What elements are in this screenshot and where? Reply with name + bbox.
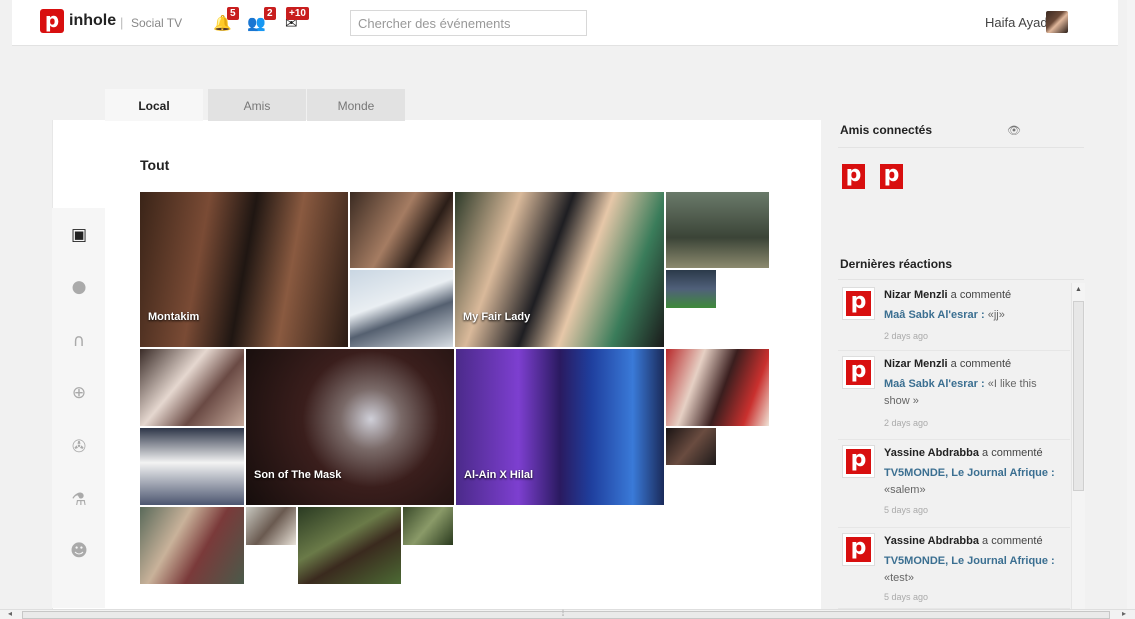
reaction-author-line: Nizar Menzli a commenté (884, 358, 1069, 370)
show-tile[interactable] (349, 269, 454, 348)
brand-subtitle: Social TV (131, 16, 183, 30)
show-tile[interactable] (139, 427, 245, 506)
show-tile[interactable]: Montakim (139, 191, 349, 348)
scrollbar-thumb[interactable] (22, 611, 1110, 619)
list-item[interactable]: p Nizar Menzli a commenté Maâ Sabk Al'es… (838, 352, 1070, 440)
reaction-comment: «test» (884, 572, 914, 584)
film-reel-icon[interactable]: ✇ (68, 436, 90, 458)
smiley-icon[interactable]: ☻ (68, 540, 90, 562)
reaction-time: 5 days ago (884, 505, 929, 515)
scroll-left-icon[interactable]: ◂ (8, 609, 12, 618)
top-bar: p inhole | Social TV 🔔 5 👥 2 ✉ +10 Haifa… (12, 0, 1118, 46)
show-tile[interactable] (139, 348, 245, 427)
users-icon: 👥 (247, 14, 266, 32)
show-tile[interactable] (245, 506, 297, 546)
reaction-show[interactable]: Maâ Sabk Al'esrar : (884, 309, 985, 321)
latest-reactions-title: Dernières réactions (840, 257, 953, 271)
reaction-show[interactable]: Maâ Sabk Al'esrar : (884, 378, 985, 390)
show-tile[interactable] (665, 348, 770, 427)
avatar[interactable]: p (842, 287, 875, 320)
reaction-text: Maâ Sabk Al'esrar : «I like this show » (884, 376, 1064, 410)
user-name[interactable]: Haifa Ayadi (985, 15, 1051, 30)
show-tile[interactable]: Son of The Mask (245, 348, 455, 506)
search-input[interactable] (350, 10, 587, 36)
show-tile[interactable] (139, 506, 245, 585)
avatar[interactable]: p (842, 533, 875, 566)
reaction-user[interactable]: Nizar Menzli (884, 289, 948, 301)
reaction-action: a commenté (982, 535, 1043, 547)
tab-amis[interactable]: Amis (208, 89, 306, 121)
show-tile[interactable]: Al-Ain X Hilal (455, 348, 665, 506)
show-tile[interactable] (665, 191, 770, 269)
reaction-author-line: Yassine Abdrabba a commenté (884, 535, 1069, 547)
avatar-letter: p (846, 291, 871, 316)
connected-friends-title: Amis connectés (840, 123, 933, 137)
reaction-time: 2 days ago (884, 331, 929, 341)
show-tile[interactable] (665, 427, 717, 466)
list-item[interactable]: p Yassine Abdrabba a commenté TV5MONDE, … (838, 441, 1070, 528)
show-tile[interactable] (665, 269, 717, 309)
reaction-text: Maâ Sabk Al'esrar : «jj» (884, 307, 1064, 324)
show-title: My Fair Lady (463, 311, 531, 323)
reaction-action: a commenté (950, 289, 1012, 301)
avatar-letter: p (846, 537, 871, 562)
show-tile[interactable] (402, 506, 454, 546)
avatar[interactable] (1046, 11, 1068, 33)
show-tile[interactable]: My Fair Lady (454, 191, 665, 348)
show-title: Al-Ain X Hilal (464, 469, 534, 481)
reaction-user[interactable]: Yassine Abdrabba (884, 535, 979, 547)
reaction-text: TV5MONDE, Le Journal Afrique : «salem» (884, 465, 1064, 499)
page-horizontal-scrollbar[interactable]: ◂ ⦙ ▸ (0, 608, 1135, 619)
reaction-action: a commenté (950, 358, 1012, 370)
list-item[interactable]: p Nizar Menzli a commenté Maâ Sabk Al'es… (838, 283, 1070, 351)
divider (838, 279, 1084, 280)
show-title: Montakim (148, 311, 200, 323)
visibility-icon[interactable]: 👁 (1007, 124, 1021, 137)
section-title: Tout (140, 157, 170, 173)
connected-friend-avatar[interactable]: p (880, 164, 903, 189)
show-tile[interactable] (297, 506, 402, 585)
reaction-show[interactable]: TV5MONDE, Le Journal Afrique : (884, 555, 1055, 567)
reaction-time: 2 days ago (884, 418, 929, 428)
reaction-show[interactable]: TV5MONDE, Le Journal Afrique : (884, 467, 1055, 479)
brand-name[interactable]: inhole (69, 12, 116, 30)
reaction-comment: «salem» (884, 484, 926, 496)
scrollbar-thumb[interactable] (1073, 301, 1084, 491)
reactions-scrollbar[interactable]: ▲ (1071, 283, 1085, 609)
avatar-letter: p (846, 449, 871, 474)
show-title: Son of The Mask (254, 469, 342, 481)
tab-monde[interactable]: Monde (307, 89, 405, 121)
connected-friend-avatar[interactable]: p (842, 164, 865, 189)
scroll-right-icon[interactable]: ▸ (1122, 609, 1126, 618)
reaction-user[interactable]: Nizar Menzli (884, 358, 948, 370)
friend-requests-badge: 2 (264, 7, 276, 20)
globe-icon[interactable]: ⊕ (68, 382, 90, 404)
messages-badge: +10 (286, 7, 309, 20)
headphones-icon[interactable]: ∩ (68, 330, 90, 352)
scrollbar-grip-icon: ⦙ (562, 608, 565, 618)
show-tile[interactable] (349, 191, 454, 269)
reaction-time: 5 days ago (884, 592, 929, 602)
reaction-text: TV5MONDE, Le Journal Afrique : «test» (884, 553, 1064, 587)
reaction-user[interactable]: Yassine Abdrabba (884, 447, 979, 459)
notification-count-badge: 5 (227, 7, 239, 20)
sport-ball-icon[interactable]: ● (68, 276, 90, 298)
tab-local[interactable]: Local (105, 89, 203, 121)
tv-icon[interactable]: ▣ (68, 224, 90, 246)
reaction-author-line: Yassine Abdrabba a commenté (884, 447, 1069, 459)
avatar-letter: p (846, 360, 871, 385)
logo-icon[interactable]: p (40, 9, 64, 33)
reactions-list[interactable]: p Nizar Menzli a commenté Maâ Sabk Al'es… (838, 283, 1070, 609)
avatar[interactable]: p (842, 445, 875, 478)
flask-icon[interactable]: ⚗ (68, 489, 90, 511)
list-item[interactable]: p Yassine Abdrabba a commenté TV5MONDE, … (838, 529, 1070, 609)
scroll-up-icon[interactable]: ▲ (1075, 286, 1082, 293)
divider (838, 147, 1084, 148)
reaction-author-line: Nizar Menzli a commenté (884, 289, 1069, 301)
reaction-comment: «jj» (987, 309, 1005, 321)
brand-separator: | (120, 15, 124, 30)
avatar[interactable]: p (842, 356, 875, 389)
page-vertical-scrollbar[interactable] (1127, 0, 1135, 609)
reaction-action: a commenté (982, 447, 1043, 459)
